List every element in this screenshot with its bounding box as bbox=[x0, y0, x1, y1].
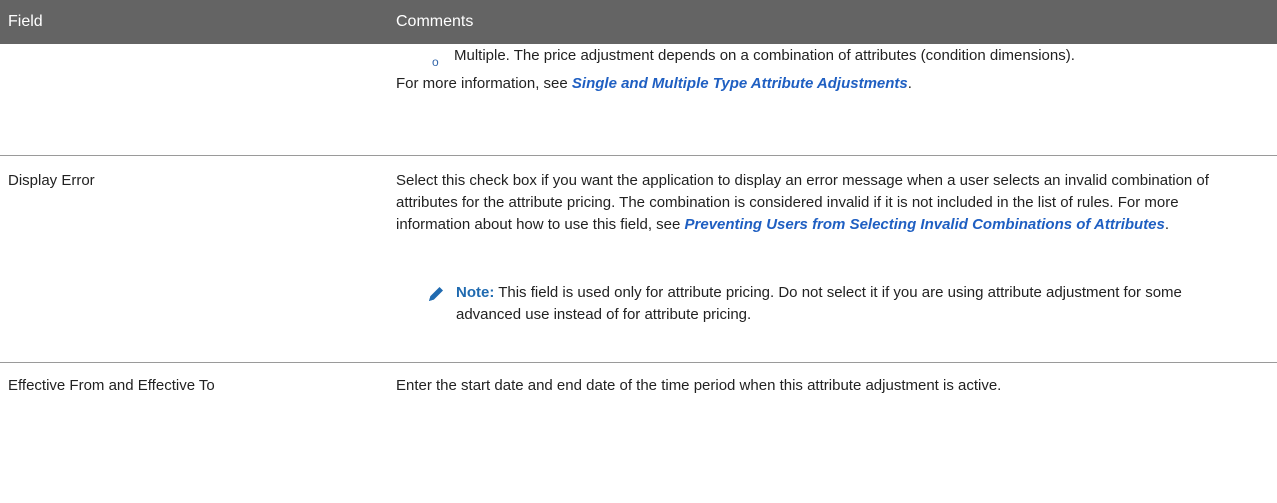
bullet-text: Multiple. The price adjustment depends o… bbox=[454, 47, 1075, 64]
comment-suffix: . bbox=[1164, 216, 1170, 233]
row-field: Display Error bbox=[8, 172, 95, 189]
note-label: Note: bbox=[456, 284, 495, 301]
row-field: Effective From and Effective To bbox=[8, 377, 215, 394]
note-box: Note: This field is used only for attrib… bbox=[396, 282, 1272, 326]
table-row: o Multiple. The price adjustment depends… bbox=[0, 44, 1277, 156]
more-info-prefix: For more information, see bbox=[396, 75, 572, 92]
more-info-line: For more information, see Single and Mul… bbox=[396, 73, 1272, 95]
more-info-suffix: . bbox=[907, 75, 912, 92]
comment-paragraph: Select this check box if you want the ap… bbox=[396, 170, 1216, 236]
table-row: Display Error Select this check box if y… bbox=[0, 156, 1277, 363]
header-comments: Comments bbox=[396, 13, 474, 30]
table-header: Field Comments bbox=[0, 0, 1277, 44]
row-field-empty bbox=[0, 44, 392, 155]
invalid-combinations-link[interactable]: Preventing Users from Selecting Invalid … bbox=[685, 216, 1165, 233]
row-comment: Select this check box if you want the ap… bbox=[392, 170, 1272, 362]
table-row: Effective From and Effective To Enter th… bbox=[0, 363, 1277, 397]
field-comments-table: Field Comments o Multiple. The price adj… bbox=[0, 0, 1277, 397]
single-multiple-link[interactable]: Single and Multiple Type Attribute Adjus… bbox=[572, 75, 908, 92]
note-text-block: Note: This field is used only for attrib… bbox=[456, 282, 1246, 326]
row-comment: Enter the start date and end date of the… bbox=[396, 377, 1002, 394]
note-text: This field is used only for attribute pr… bbox=[456, 284, 1182, 323]
list-item: o Multiple. The price adjustment depends… bbox=[432, 45, 1272, 73]
pencil-icon bbox=[426, 282, 456, 326]
row-comment: o Multiple. The price adjustment depends… bbox=[392, 44, 1272, 155]
bullet-marker: o bbox=[432, 55, 439, 69]
header-field: Field bbox=[8, 13, 43, 30]
